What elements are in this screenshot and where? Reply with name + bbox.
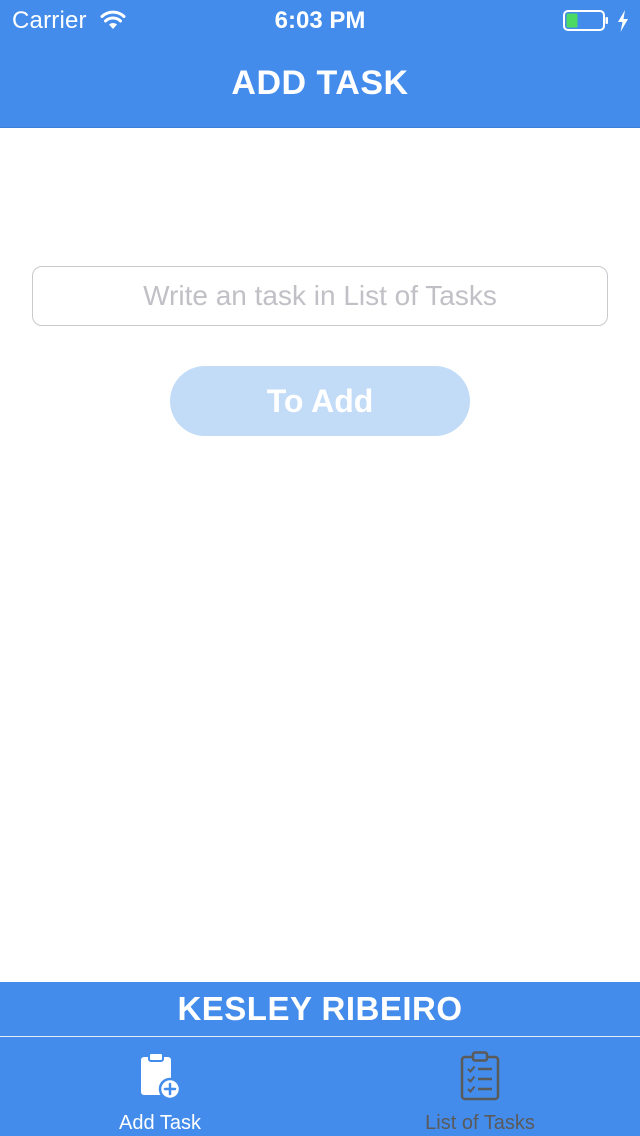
status-bar: Carrier 6:03 PM	[0, 0, 640, 40]
tab-list-of-tasks[interactable]: List of Tasks	[320, 1037, 640, 1136]
battery-icon	[563, 10, 608, 31]
charging-bolt-icon	[618, 10, 628, 32]
tab-bar: Add Task List of Tasks	[0, 1036, 640, 1136]
author-banner: KESLEY RIBEIRO	[0, 982, 640, 1036]
checklist-icon	[460, 1051, 500, 1101]
tab-add-task[interactable]: Add Task	[0, 1037, 320, 1136]
status-time: 6:03 PM	[274, 7, 366, 34]
clipboard-add-icon	[141, 1052, 182, 1101]
tab-list-of-tasks-label: List of Tasks	[425, 1112, 535, 1134]
app-header: Carrier 6:03 PM ADD TASK	[0, 0, 640, 128]
add-task-button[interactable]: To Add	[170, 366, 470, 436]
author-name: KESLEY RIBEIRO	[177, 990, 463, 1027]
task-input[interactable]	[32, 266, 608, 326]
tab-add-task-label: Add Task	[119, 1112, 201, 1134]
page-title: ADD TASK	[231, 64, 409, 102]
